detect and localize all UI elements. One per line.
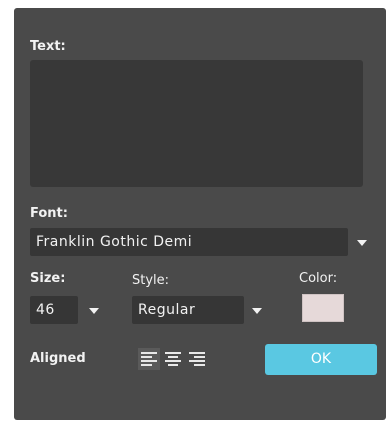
text-label: Text: (30, 39, 66, 54)
style-label: Style: (132, 273, 170, 288)
text-input[interactable] (30, 60, 363, 187)
size-dropdown-icon[interactable] (89, 308, 99, 314)
color-swatch[interactable] (302, 294, 344, 322)
aligned-label: Aligned (30, 351, 86, 366)
style-dropdown-icon[interactable] (252, 308, 262, 314)
color-label: Color: (299, 271, 338, 286)
size-label: Size: (30, 271, 66, 286)
align-center-icon[interactable] (162, 348, 184, 370)
text-settings-panel: Text: Font: Franklin Gothic Demi Size: 4… (14, 8, 386, 420)
font-dropdown-icon[interactable] (357, 240, 367, 246)
align-right-icon[interactable] (186, 348, 208, 370)
font-label: Font: (30, 206, 68, 221)
ok-button[interactable]: OK (265, 344, 377, 375)
align-left-icon[interactable] (138, 348, 160, 370)
font-select[interactable]: Franklin Gothic Demi (30, 228, 348, 256)
style-select[interactable]: Regular (132, 296, 244, 324)
size-select[interactable]: 46 (30, 296, 78, 324)
